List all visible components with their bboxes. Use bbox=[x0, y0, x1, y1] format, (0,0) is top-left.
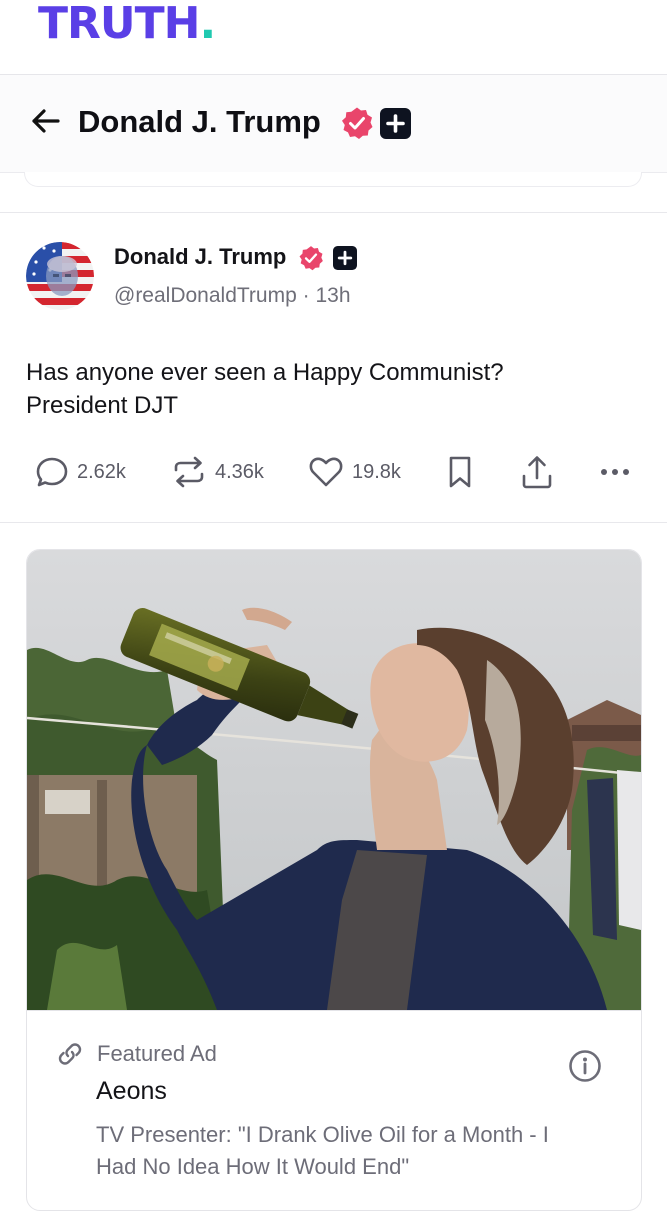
reply-count: 2.62k bbox=[77, 460, 126, 483]
author-badges bbox=[298, 245, 357, 271]
ad-headline[interactable]: TV Presenter: "I Drank Olive Oil for a M… bbox=[96, 1119, 566, 1183]
post-actions: 2.62k 4.36k 19.8k bbox=[0, 450, 667, 496]
profile-header: Donald J. Trump bbox=[0, 75, 667, 173]
retruth-icon bbox=[174, 456, 204, 488]
bookmark-icon bbox=[449, 456, 471, 488]
ad-label-row: Featured Ad bbox=[57, 1041, 217, 1067]
ad-info-button[interactable] bbox=[568, 1049, 602, 1083]
more-icon bbox=[601, 469, 629, 475]
back-arrow-icon bbox=[32, 109, 60, 133]
reply-button[interactable]: 2.62k bbox=[35, 450, 126, 494]
page-title: Donald J. Trump bbox=[78, 104, 321, 139]
featured-ad-card[interactable]: Featured Ad Aeons TV Presenter: "I Drank… bbox=[26, 549, 642, 1211]
like-icon bbox=[309, 457, 343, 487]
share-icon bbox=[522, 456, 552, 489]
ad-image[interactable] bbox=[27, 550, 641, 1010]
separator: · bbox=[302, 284, 310, 307]
previous-card-edge bbox=[24, 172, 642, 187]
post-text-line: President DJT bbox=[26, 392, 179, 419]
author-handle-line: @realDonaldTrump · 13h bbox=[114, 284, 351, 308]
plus-badge-icon bbox=[380, 108, 411, 139]
more-button[interactable] bbox=[598, 450, 632, 494]
ad-label: Featured Ad bbox=[97, 1041, 217, 1066]
ad-advertiser[interactable]: Aeons bbox=[96, 1077, 167, 1106]
truth-logo[interactable]: TRUTH. bbox=[38, 0, 216, 49]
verified-badge-icon bbox=[342, 107, 373, 139]
top-brand-bar: TRUTH. bbox=[0, 0, 667, 75]
share-button[interactable] bbox=[520, 450, 554, 494]
link-icon bbox=[58, 1043, 82, 1065]
like-button[interactable]: 19.8k bbox=[308, 450, 401, 494]
divider bbox=[0, 522, 667, 523]
info-icon bbox=[569, 1050, 601, 1082]
post-time[interactable]: 13h bbox=[315, 284, 350, 307]
ad-body: Featured Ad Aeons TV Presenter: "I Drank… bbox=[27, 1010, 641, 1210]
bookmark-button[interactable] bbox=[446, 450, 474, 494]
divider bbox=[0, 212, 667, 213]
author-handle[interactable]: @realDonaldTrump bbox=[114, 284, 297, 307]
retruth-count: 4.36k bbox=[215, 460, 264, 483]
like-count: 19.8k bbox=[352, 460, 401, 483]
reply-icon bbox=[36, 457, 68, 487]
post-text: Has anyone ever seen a Happy Communist? … bbox=[26, 356, 626, 422]
plus-badge-icon bbox=[333, 246, 357, 270]
back-button[interactable] bbox=[28, 103, 64, 139]
post-text-line: Has anyone ever seen a Happy Communist? bbox=[26, 359, 504, 386]
retruth-button[interactable]: 4.36k bbox=[171, 450, 264, 494]
avatar[interactable] bbox=[26, 242, 94, 310]
verified-badge-icon bbox=[299, 246, 323, 271]
author-name[interactable]: Donald J. Trump bbox=[114, 244, 286, 270]
